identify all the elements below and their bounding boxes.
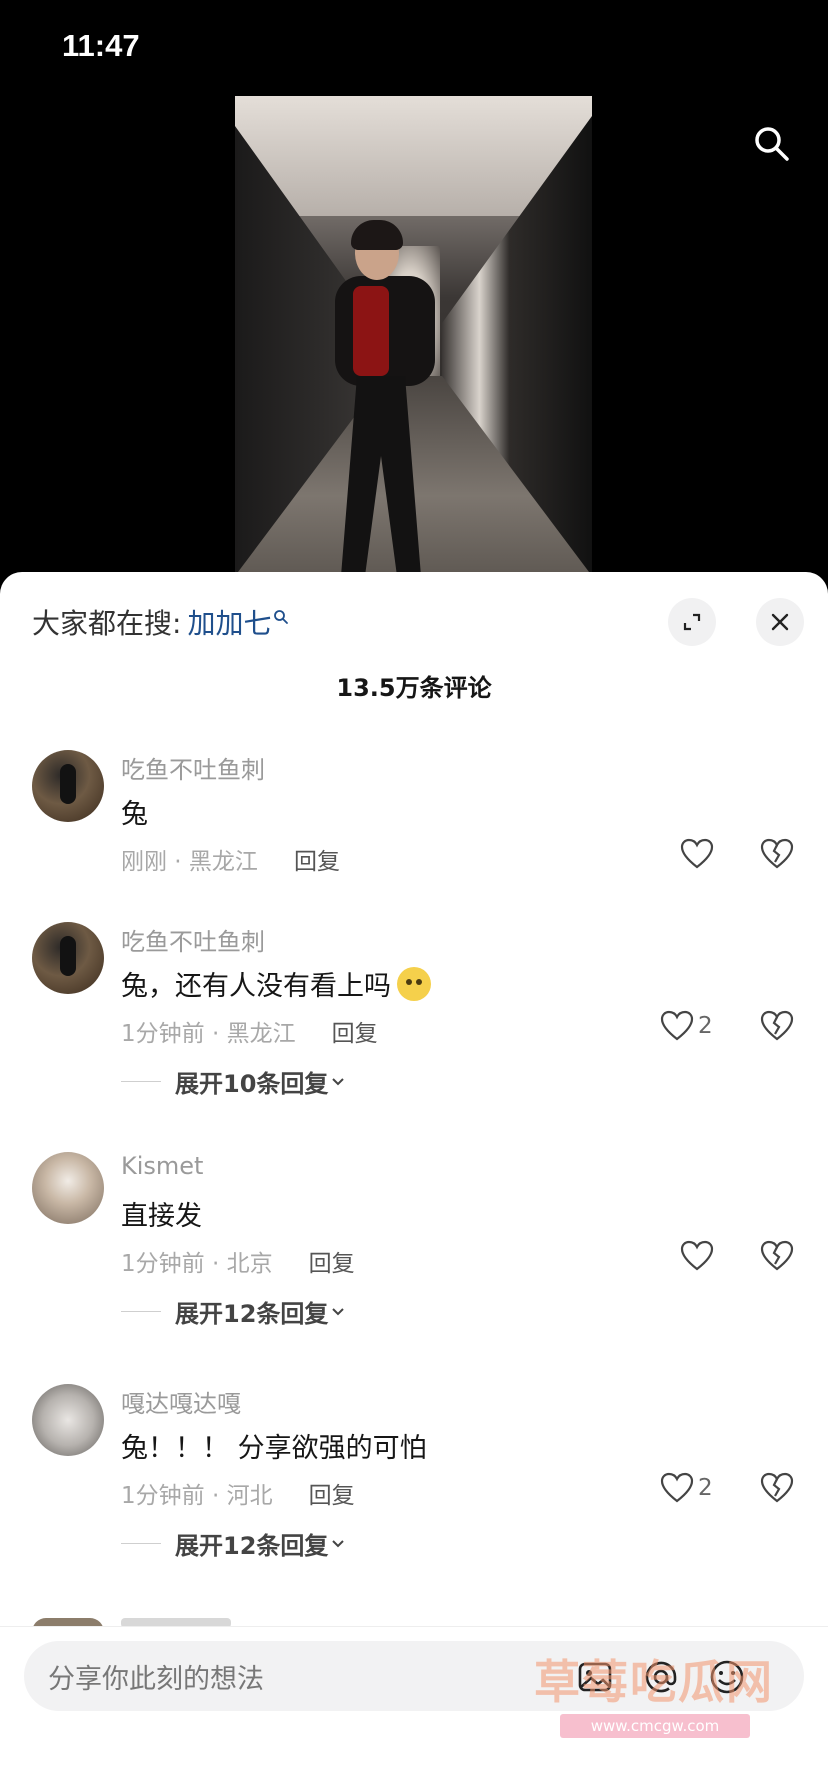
smile-emoji-icon [397,966,431,1001]
chevron-down-icon [332,1077,345,1085]
comment-text-body: 兔，还有人没有看上吗 [121,971,391,1002]
like-button[interactable]: 2 [660,1010,713,1042]
person-shirt [353,286,389,376]
trending-search[interactable]: 大家都在搜: 加加七 [32,602,289,642]
broken-heart-icon [760,1472,794,1503]
reply-button[interactable]: 回复 [309,1476,355,1510]
expand-replies-label: 展开10条回复 [175,1070,329,1098]
comment-text: 直接发 [121,1201,202,1232]
heart-icon [680,1240,714,1271]
reply-button[interactable]: 回复 [294,842,340,876]
comment-input-placeholder: 分享你此刻的想法 [48,1663,264,1695]
avatar[interactable] [32,922,104,994]
chevron-down-icon [332,1539,345,1547]
comment-meta: 1分钟前 · 北京 回复 [121,1244,355,1278]
status-time: 11:47 [62,28,140,63]
dislike-button[interactable] [760,1472,794,1508]
comment-username[interactable]: 吃鱼不吐鱼刺 [121,750,265,785]
expand-replies-button[interactable]: 展开12条回复 [121,1526,348,1561]
trending-keyword[interactable]: 加加七 [187,602,271,642]
person-legs [341,376,421,576]
comment-meta: 刚刚 · 黑龙江 回复 [121,842,340,876]
avatar[interactable] [32,1384,104,1456]
chevron-down-icon [332,1307,345,1315]
divider [121,1543,161,1544]
search-icon[interactable] [752,124,792,164]
comment-time-location: 1分钟前 · 河北 [121,1483,273,1509]
dislike-button[interactable] [760,838,794,874]
comment-username[interactable]: 吃鱼不吐鱼刺 [121,922,265,957]
trending-prefix: 大家都在搜: [32,607,182,640]
comment-time-location: 1分钟前 · 北京 [121,1251,273,1277]
avatar-figure [60,764,76,804]
keyword-search-icon [273,599,289,632]
dislike-button[interactable] [760,1240,794,1276]
comments-count: 13.5万条评论 [336,674,492,702]
comment-text: 兔 [121,799,148,830]
heart-icon [660,1472,694,1503]
expand-icon [683,613,701,631]
broken-heart-icon [760,1010,794,1041]
like-button[interactable]: 2 [660,1472,713,1504]
expand-replies-button[interactable]: 展开10条回复 [121,1064,348,1099]
like-count: 2 [698,1013,713,1039]
avatar[interactable] [32,750,104,822]
close-icon [771,613,789,631]
person-hair [351,220,403,250]
watermark-url: www.cmcgw.com [560,1714,750,1738]
reply-button[interactable]: 回复 [332,1014,378,1048]
comment-text: 兔，还有人没有看上吗 [121,964,431,1003]
comment-time-location: 刚刚 · 黑龙江 [121,849,258,875]
video-player[interactable] [235,96,592,576]
expand-replies-label: 展开12条回复 [175,1300,329,1328]
like-button[interactable] [680,838,714,870]
comment-username[interactable]: 嘎达嘎达嘎 [121,1384,241,1419]
comment-meta: 1分钟前 · 黑龙江 回复 [121,1014,378,1048]
watermark-logo: 草莓吃瓜网 [534,1655,774,1709]
like-count: 2 [698,1475,713,1501]
expand-replies-button[interactable]: 展开12条回复 [121,1294,348,1329]
close-sheet-button[interactable] [756,598,804,646]
reply-button[interactable]: 回复 [309,1244,355,1278]
expand-replies-label: 展开12条回复 [175,1532,329,1560]
comment-time-location: 1分钟前 · 黑龙江 [121,1021,296,1047]
comment-text: 兔！！！ 分享欲强的可怕 [121,1433,427,1464]
broken-heart-icon [760,838,794,869]
comment-username[interactable]: Kismet [121,1152,203,1180]
avatar-figure [60,936,76,976]
expand-sheet-button[interactable] [668,598,716,646]
comment-meta: 1分钟前 · 河北 回复 [121,1476,355,1510]
like-button[interactable] [680,1240,714,1272]
heart-icon [660,1010,694,1041]
dislike-button[interactable] [760,1010,794,1046]
video-person [305,220,455,576]
comments-sheet: 大家都在搜: 加加七 13.5万条评论 吃鱼不吐鱼刺 兔 刚刚 · 黑龙江 回复 [0,572,828,1792]
divider [121,1311,161,1312]
broken-heart-icon [760,1240,794,1271]
heart-icon [680,838,714,869]
avatar[interactable] [32,1152,104,1224]
divider [121,1081,161,1082]
